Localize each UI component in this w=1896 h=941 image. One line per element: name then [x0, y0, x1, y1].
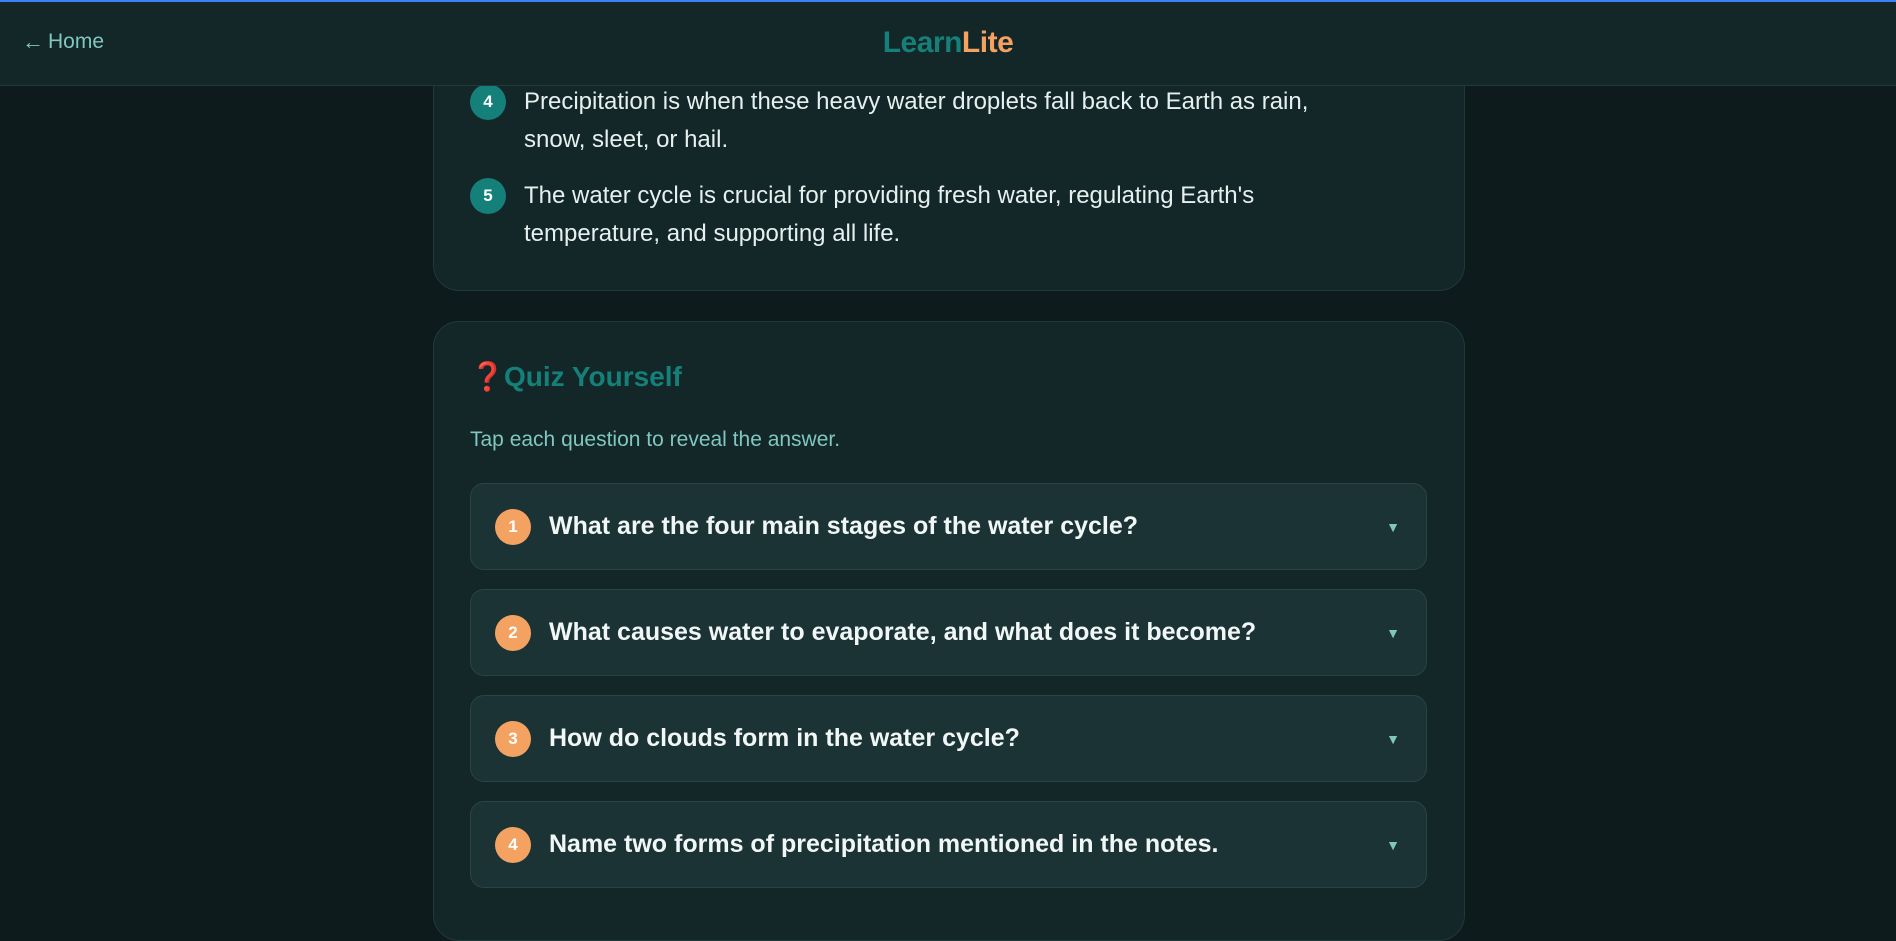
key-point-text: Precipitation is when these heavy water …	[524, 88, 1309, 153]
chevron-down-icon: ▼	[1386, 624, 1400, 641]
question-number-badge: 3	[495, 720, 531, 757]
key-point-number-badge: 4	[470, 84, 506, 120]
chevron-down-icon: ▼	[1386, 836, 1400, 853]
quiz-heading: ❓ Quiz Yourself	[470, 360, 682, 393]
quiz-card: ❓ Quiz Yourself Tap each question to rev…	[433, 321, 1465, 941]
quiz-title: Quiz Yourself	[504, 360, 682, 392]
back-link-label: Home	[48, 30, 105, 53]
question-number-badge: 4	[495, 826, 531, 863]
chevron-down-icon: ▼	[1386, 730, 1400, 747]
question-number-badge: 2	[495, 614, 531, 651]
key-point-item: 5 The water cycle is crucial for providi…	[470, 177, 1370, 253]
key-point-item: 4 Precipitation is when these heavy wate…	[470, 83, 1370, 159]
question-number-badge: 1	[495, 508, 531, 545]
question-text: What causes water to evaporate, and what…	[549, 618, 1257, 646]
question-text: How do clouds form in the water cycle?	[549, 724, 1020, 752]
question-text: What are the four main stages of the wat…	[549, 512, 1139, 540]
back-arrow-icon: ←	[22, 29, 44, 54]
quiz-question-toggle[interactable]: 2 What causes water to evaporate, and wh…	[470, 589, 1427, 676]
question-text: Name two forms of precipitation mentione…	[549, 830, 1219, 858]
question-mark-icon: ❓	[470, 361, 505, 392]
quiz-question-toggle[interactable]: 3 How do clouds form in the water cycle?…	[470, 695, 1427, 782]
quiz-instructions: Tap each question to reveal the answer.	[470, 428, 841, 451]
chevron-down-icon: ▼	[1386, 518, 1400, 535]
key-point-text: The water cycle is crucial for providing…	[524, 182, 1255, 247]
app-logo: LearnLite	[883, 26, 1014, 60]
quiz-question-toggle[interactable]: 4 Name two forms of precipitation mentio…	[470, 801, 1427, 888]
key-point-number-badge: 5	[470, 178, 506, 214]
home-back-link[interactable]: ← Home	[22, 30, 104, 54]
top-navigation-bar: ← Home LearnLite	[0, 0, 1896, 86]
logo-part-lite: Lite	[961, 26, 1014, 59]
logo-part-learn: Learn	[882, 26, 963, 59]
quiz-question-toggle[interactable]: 1 What are the four main stages of the w…	[470, 483, 1427, 570]
